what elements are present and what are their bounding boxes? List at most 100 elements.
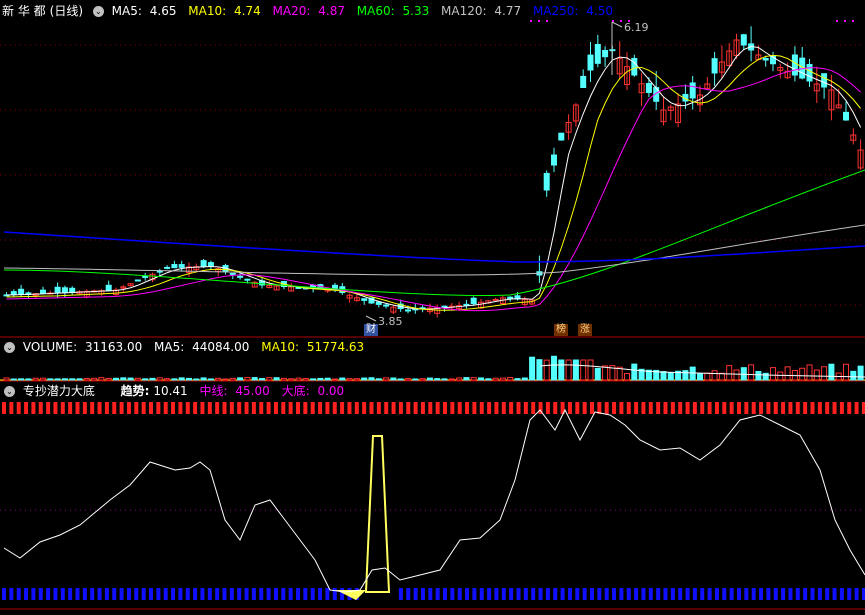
bottom-bar	[31, 588, 36, 600]
bottom-bar	[648, 588, 653, 600]
potential-top-bar	[141, 402, 146, 414]
bottom-bar	[567, 588, 572, 600]
volume-bar	[259, 378, 265, 381]
ma5-item: MA5: 4.65	[111, 4, 177, 18]
volume-bar	[762, 372, 769, 381]
bottom-bar	[685, 588, 690, 600]
potential-top-bar	[582, 402, 587, 414]
potential-top-bar	[523, 402, 528, 414]
bottom-bar	[538, 588, 543, 600]
potential-top-bar	[626, 402, 631, 414]
volume-bar	[244, 377, 251, 381]
stock-name: 新 华 都	[2, 4, 46, 18]
volume-bar	[54, 378, 61, 381]
volume-bar	[229, 377, 236, 381]
bottom-bar	[171, 588, 176, 600]
potential-top-bar	[222, 402, 227, 414]
signal-dot	[530, 20, 532, 22]
potential-top-bar	[266, 402, 271, 414]
volume-bar	[251, 377, 258, 381]
volume-bar	[397, 378, 404, 381]
volume-bar	[207, 378, 214, 381]
candle-body	[200, 260, 207, 267]
potential-top-bar	[531, 402, 536, 414]
potential-top-bar	[795, 402, 800, 414]
finance-marker[interactable]: 财	[364, 324, 378, 336]
potential-top-bar	[310, 402, 315, 414]
potential-top-bar	[707, 402, 712, 414]
potential-top-bar	[766, 402, 771, 414]
volume-bar	[412, 378, 419, 381]
bottom-bar	[126, 588, 131, 600]
potential-top-bar	[16, 402, 21, 414]
bottom-bar	[810, 588, 815, 600]
bottom-bar	[494, 588, 499, 600]
potential-top-bar	[773, 402, 778, 414]
potential-top-bar	[281, 402, 286, 414]
volume-bar	[98, 377, 105, 381]
potential-top-bar	[207, 402, 212, 414]
potential-top-bar	[435, 402, 440, 414]
bottom-bar	[545, 588, 550, 600]
volume-bar	[3, 377, 10, 381]
volume-bar	[32, 377, 39, 381]
potential-top-bar	[545, 402, 550, 414]
volume-bar	[441, 378, 448, 381]
bottom-bar	[134, 588, 139, 600]
volume-bar	[302, 377, 309, 381]
potential-top-bar	[340, 402, 345, 414]
potential-top-bar	[751, 402, 756, 414]
potential-top-bar	[90, 402, 95, 414]
signal-dot	[538, 20, 540, 22]
volume-bar	[222, 378, 229, 381]
bottom-bar	[766, 588, 771, 600]
potential-top-bar	[362, 402, 367, 414]
potential-top-bar	[398, 402, 403, 414]
rise-marker[interactable]: 涨	[578, 324, 592, 336]
collapse-icon[interactable]: ⌄	[92, 6, 104, 17]
bottom-bar	[222, 588, 227, 600]
potential-top-bar	[354, 402, 359, 414]
bottom-bar	[443, 588, 447, 600]
volume-bar	[200, 377, 207, 381]
candle-body	[762, 58, 769, 61]
list-marker[interactable]: 榜	[554, 324, 568, 336]
bottom-bar	[678, 588, 683, 600]
kline-chart-canvas[interactable]	[0, 0, 865, 615]
candle-body	[134, 279, 141, 282]
volume-bar	[777, 371, 784, 381]
potential-top-bar	[457, 402, 462, 414]
ma20-item: MA20: 4.87	[272, 4, 345, 18]
volume-bar	[624, 373, 630, 381]
midline-item: 中线: 45.00	[199, 384, 270, 398]
volume-bar	[602, 365, 609, 381]
potential-top-bar	[384, 402, 389, 414]
candle-body	[806, 64, 813, 82]
volume-bar	[361, 377, 368, 381]
volume-bar	[784, 366, 791, 381]
candle-body	[25, 292, 32, 295]
candle-body	[543, 172, 550, 191]
volume-bar	[288, 378, 295, 381]
bottom-item: 大底: 0.00	[281, 384, 345, 398]
volume-ma5: MA5: 44084.00	[154, 340, 250, 354]
candle-body	[40, 289, 46, 294]
bottom-bar	[244, 588, 249, 600]
bottom-bar	[207, 588, 212, 600]
bottom-bar	[97, 588, 102, 600]
collapse-icon[interactable]: ⌄	[4, 386, 15, 397]
volume-bar	[565, 359, 572, 381]
bottom-bar	[310, 588, 315, 600]
candle-body	[689, 82, 696, 99]
potential-top-bar	[670, 402, 675, 414]
candle-body	[587, 54, 594, 71]
potential-top-bar	[663, 402, 668, 414]
potential-top-bar	[803, 402, 808, 414]
volume-ma10: MA10: 51774.63	[261, 340, 365, 354]
bottom-bar	[259, 588, 264, 600]
volume-bar	[594, 367, 601, 381]
potential-top-bar	[832, 402, 837, 414]
potential-top-bar	[112, 402, 117, 414]
collapse-icon[interactable]: ⌄	[4, 342, 15, 353]
potential-top-bar	[817, 402, 822, 414]
